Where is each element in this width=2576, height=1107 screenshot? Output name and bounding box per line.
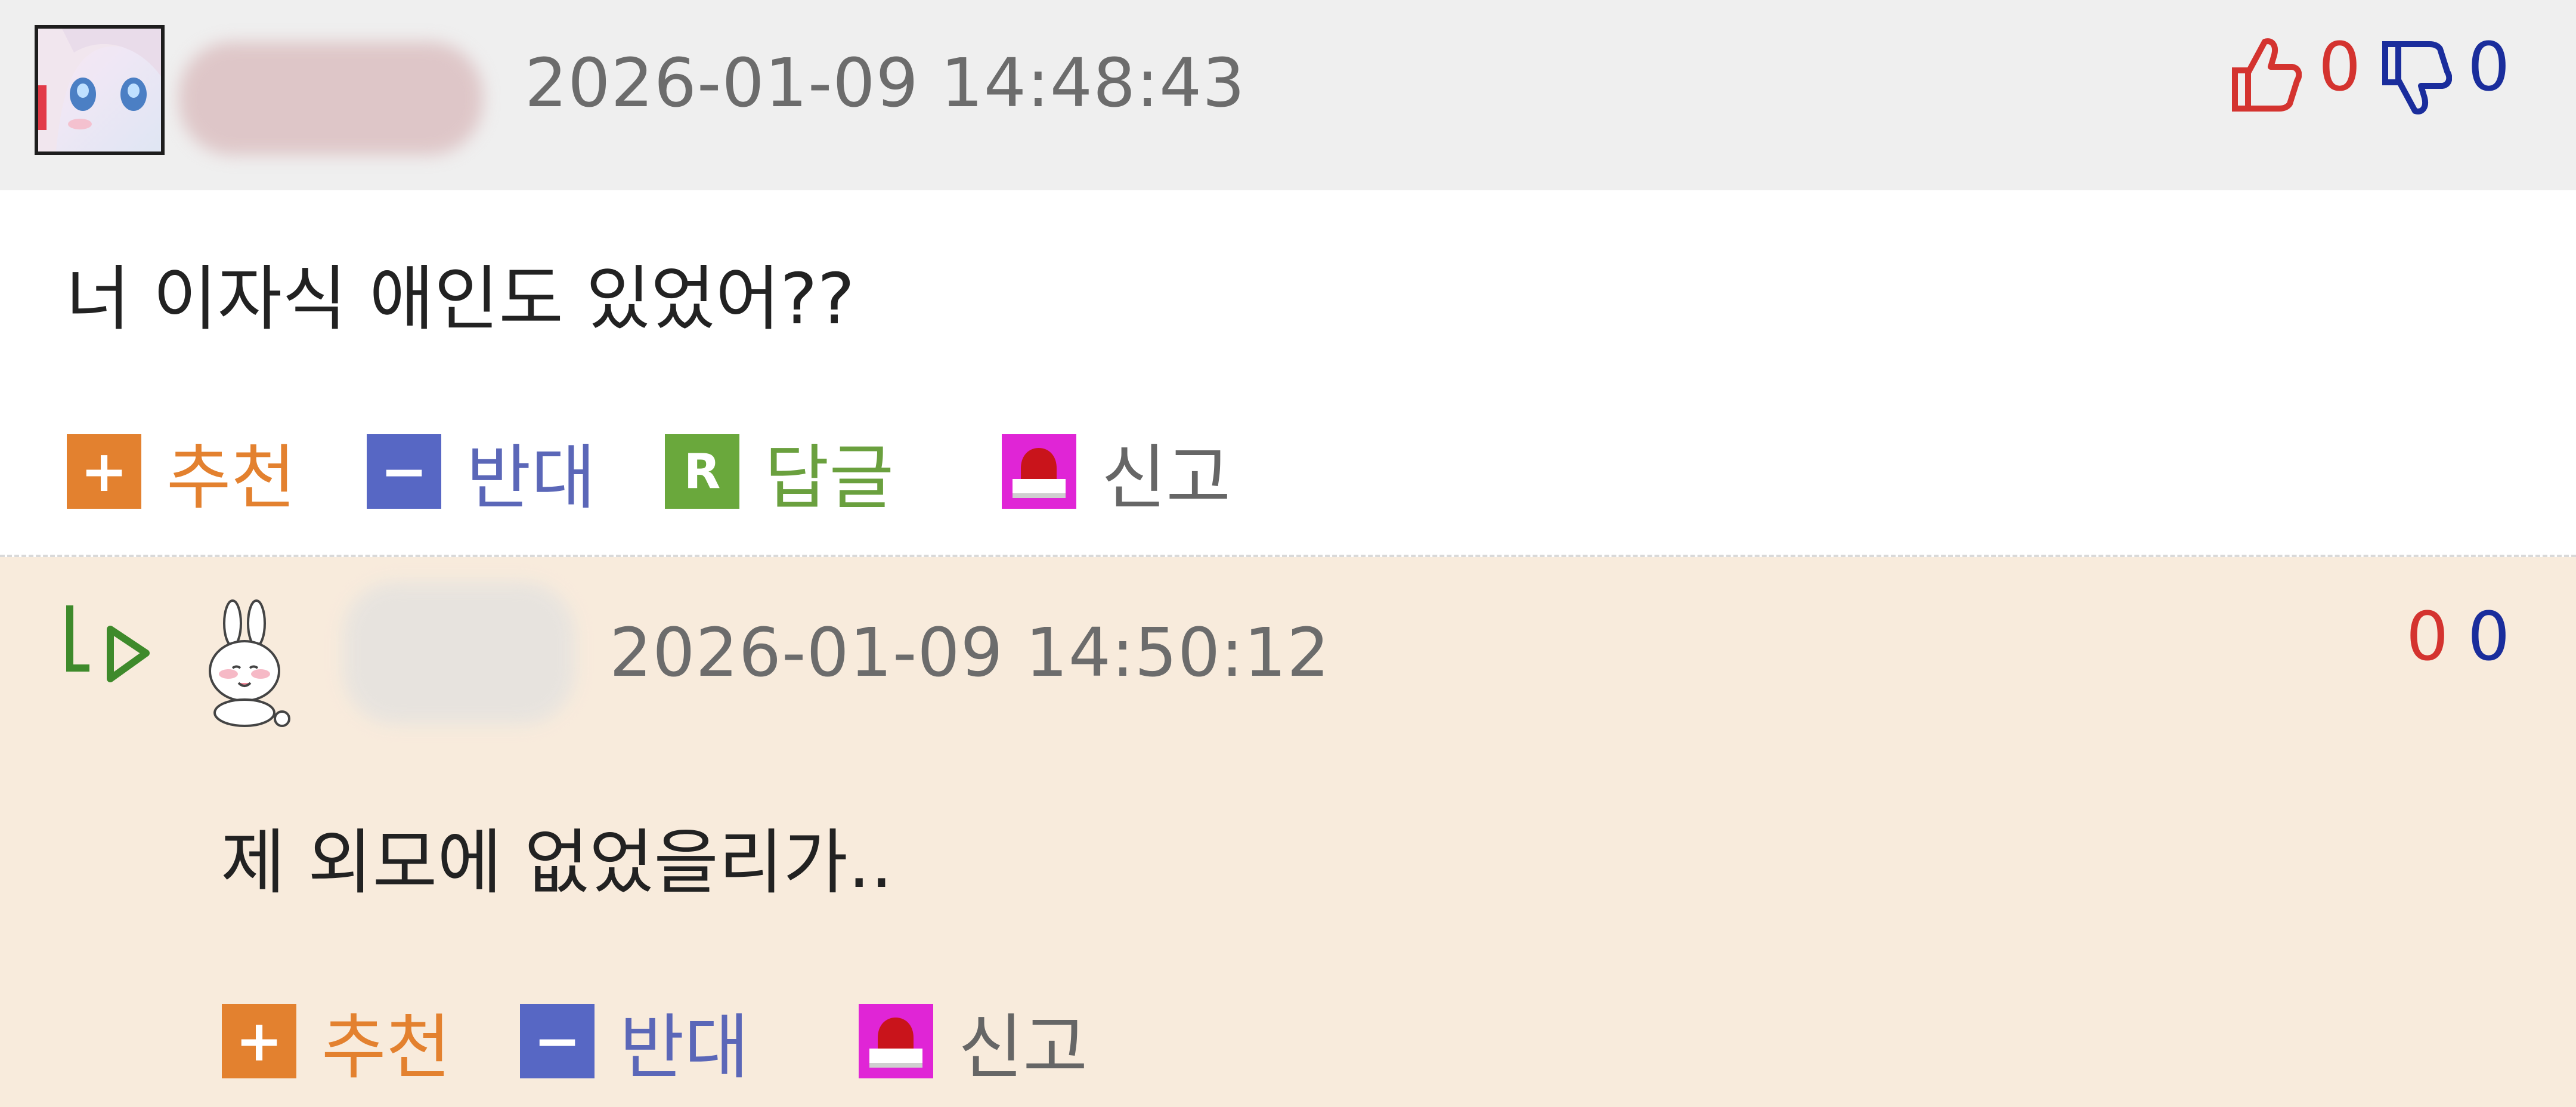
- oppose-label: 반대: [466, 437, 596, 519]
- reply-arrow-icon: [63, 602, 152, 694]
- report-button[interactable]: 신고: [859, 990, 1088, 1092]
- comment-date: 2026-01-09 14:50:12: [609, 614, 1330, 692]
- minus-icon: −: [520, 1004, 595, 1078]
- siren-icon: [1002, 434, 1076, 509]
- oppose-button[interactable]: − 반대: [520, 990, 749, 1092]
- report-label: 신고: [958, 1006, 1088, 1089]
- nickname-redacted[interactable]: [343, 582, 575, 725]
- oppose-label: 반대: [620, 1006, 750, 1089]
- reply-badge-icon: R: [665, 434, 739, 509]
- like-count[interactable]: 0: [2406, 598, 2448, 676]
- thumbs-up-icon[interactable]: [2230, 36, 2302, 116]
- plus-icon: +: [67, 434, 141, 509]
- avatar[interactable]: [35, 25, 165, 155]
- recommend-button[interactable]: + 추천: [67, 420, 296, 522]
- siren-icon: [859, 1004, 933, 1078]
- recommend-label: 추천: [166, 437, 296, 519]
- anime-avatar-image: [38, 29, 161, 151]
- dislike-count[interactable]: 0: [2467, 598, 2510, 676]
- reply-label: 답글: [764, 437, 894, 519]
- report-label: 신고: [1101, 437, 1231, 519]
- comment-text: 제 외모에 없었을리가..: [221, 821, 893, 904]
- comment-date: 2026-01-09 14:48:43: [525, 45, 1246, 122]
- thumbs-down-icon[interactable]: [2380, 39, 2453, 119]
- reply-button[interactable]: R 답글: [665, 420, 894, 522]
- minus-icon: −: [367, 434, 441, 509]
- nickname-redacted[interactable]: [179, 42, 483, 155]
- like-count: 0: [2318, 29, 2361, 106]
- comment-text: 너 이자식 애인도 있었어??: [66, 258, 855, 340]
- report-button[interactable]: 신고: [1002, 420, 1231, 522]
- plus-icon: +: [222, 1004, 296, 1078]
- dislike-count: 0: [2467, 29, 2510, 106]
- recommend-label: 추천: [321, 1006, 451, 1089]
- oppose-button[interactable]: − 반대: [367, 420, 596, 522]
- bunny-avatar[interactable]: [200, 599, 295, 730]
- recommend-button[interactable]: + 추천: [222, 990, 451, 1092]
